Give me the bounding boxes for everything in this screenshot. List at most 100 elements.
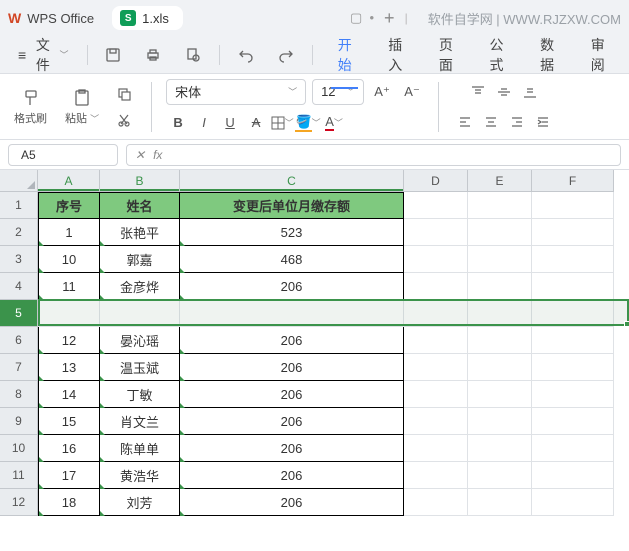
- cell[interactable]: 金彦烨: [100, 273, 180, 300]
- column-header-C[interactable]: C: [180, 170, 404, 192]
- cell[interactable]: 206: [180, 354, 404, 381]
- cell[interactable]: [404, 192, 468, 219]
- column-header-B[interactable]: B: [100, 170, 180, 192]
- cell[interactable]: 陈单单: [100, 435, 180, 462]
- cell[interactable]: [404, 327, 468, 354]
- row-header-10[interactable]: 10: [0, 435, 38, 462]
- row-header-12[interactable]: 12: [0, 489, 38, 516]
- cell-grid[interactable]: 序号姓名变更后单位月缴存额1张艳平52310郭嘉46811金彦烨20612晏沁瑶…: [38, 192, 629, 516]
- indent-button[interactable]: [531, 110, 555, 134]
- cell[interactable]: 206: [180, 462, 404, 489]
- cell[interactable]: 18: [38, 489, 100, 516]
- cell[interactable]: 11: [38, 273, 100, 300]
- cell[interactable]: [468, 192, 532, 219]
- cell[interactable]: [532, 327, 614, 354]
- cell[interactable]: [468, 381, 532, 408]
- align-right-button[interactable]: [505, 110, 529, 134]
- cancel-formula-icon[interactable]: ✕: [135, 148, 145, 162]
- align-middle-button[interactable]: [492, 80, 516, 104]
- cell[interactable]: [532, 192, 614, 219]
- row-header-2[interactable]: 2: [0, 219, 38, 246]
- tab-overflow-icon[interactable]: ▢ •: [350, 10, 374, 26]
- cell[interactable]: 14: [38, 381, 100, 408]
- column-header-D[interactable]: D: [404, 170, 468, 192]
- cell[interactable]: [532, 381, 614, 408]
- tab-insert[interactable]: 插入: [372, 29, 419, 81]
- column-header-F[interactable]: F: [532, 170, 614, 192]
- cell[interactable]: [468, 246, 532, 273]
- cell[interactable]: [532, 408, 614, 435]
- border-button[interactable]: ﹀: [270, 111, 294, 135]
- cell[interactable]: [468, 354, 532, 381]
- increase-font-button[interactable]: A⁺: [370, 80, 394, 104]
- spreadsheet-grid[interactable]: ABCDEF 123456789101112 序号姓名变更后单位月缴存额1张艳平…: [0, 170, 629, 551]
- cell[interactable]: [468, 408, 532, 435]
- undo-button[interactable]: [228, 41, 264, 69]
- cell[interactable]: [532, 489, 614, 516]
- column-header-A[interactable]: A: [38, 170, 100, 192]
- cell[interactable]: 变更后单位月缴存额: [180, 192, 404, 219]
- copy-button[interactable]: [111, 83, 137, 105]
- cell[interactable]: 15: [38, 408, 100, 435]
- tab-formula[interactable]: 公式: [473, 29, 520, 81]
- cell[interactable]: [532, 219, 614, 246]
- italic-button[interactable]: I: [192, 111, 216, 135]
- row-header-3[interactable]: 3: [0, 246, 38, 273]
- align-left-button[interactable]: [453, 110, 477, 134]
- row-header-7[interactable]: 7: [0, 354, 38, 381]
- cell[interactable]: 206: [180, 327, 404, 354]
- cell[interactable]: [468, 273, 532, 300]
- cell[interactable]: [468, 327, 532, 354]
- cell-reference-box[interactable]: A5: [8, 144, 118, 166]
- cell[interactable]: 温玉斌: [100, 354, 180, 381]
- cell[interactable]: [180, 300, 404, 327]
- file-menu[interactable]: ≡ 文件 ﹀: [8, 29, 79, 81]
- cell[interactable]: 523: [180, 219, 404, 246]
- align-bottom-button[interactable]: [518, 80, 542, 104]
- cell[interactable]: [404, 246, 468, 273]
- cell[interactable]: 刘芳: [100, 489, 180, 516]
- decrease-font-button[interactable]: A⁻: [400, 80, 424, 104]
- row-header-9[interactable]: 9: [0, 408, 38, 435]
- row-header-8[interactable]: 8: [0, 381, 38, 408]
- cell[interactable]: [404, 354, 468, 381]
- column-header-E[interactable]: E: [468, 170, 532, 192]
- cell[interactable]: [38, 300, 100, 327]
- cell[interactable]: 序号: [38, 192, 100, 219]
- cell[interactable]: [100, 300, 180, 327]
- cell[interactable]: 郭嘉: [100, 246, 180, 273]
- cut-button[interactable]: [111, 109, 137, 131]
- cell[interactable]: 206: [180, 408, 404, 435]
- row-header-4[interactable]: 4: [0, 273, 38, 300]
- font-color-button[interactable]: A﹀: [322, 111, 346, 135]
- cell[interactable]: 206: [180, 435, 404, 462]
- cell[interactable]: [404, 219, 468, 246]
- cell[interactable]: [468, 300, 532, 327]
- row-header-6[interactable]: 6: [0, 327, 38, 354]
- tab-data[interactable]: 数据: [524, 29, 571, 81]
- paste-button[interactable]: 粘贴 ﹀: [59, 84, 105, 130]
- cell[interactable]: 张艳平: [100, 219, 180, 246]
- save-button[interactable]: [95, 41, 131, 69]
- cell[interactable]: [468, 219, 532, 246]
- cell[interactable]: [532, 354, 614, 381]
- cell[interactable]: 13: [38, 354, 100, 381]
- cell[interactable]: [404, 273, 468, 300]
- cell[interactable]: [468, 489, 532, 516]
- document-tab[interactable]: S 1.xls: [112, 6, 183, 30]
- row-header-11[interactable]: 11: [0, 462, 38, 489]
- bold-button[interactable]: B: [166, 111, 190, 135]
- cell[interactable]: 1: [38, 219, 100, 246]
- redo-button[interactable]: [268, 41, 304, 69]
- cell[interactable]: [404, 408, 468, 435]
- row-header-5[interactable]: 5: [0, 300, 38, 327]
- cell[interactable]: 丁敏: [100, 381, 180, 408]
- cell[interactable]: 姓名: [100, 192, 180, 219]
- cell[interactable]: 12: [38, 327, 100, 354]
- cell[interactable]: [532, 300, 614, 327]
- cell[interactable]: [468, 462, 532, 489]
- cell[interactable]: 肖文兰: [100, 408, 180, 435]
- select-all-corner[interactable]: [0, 170, 38, 192]
- cell[interactable]: 206: [180, 381, 404, 408]
- print-preview-button[interactable]: [175, 41, 211, 69]
